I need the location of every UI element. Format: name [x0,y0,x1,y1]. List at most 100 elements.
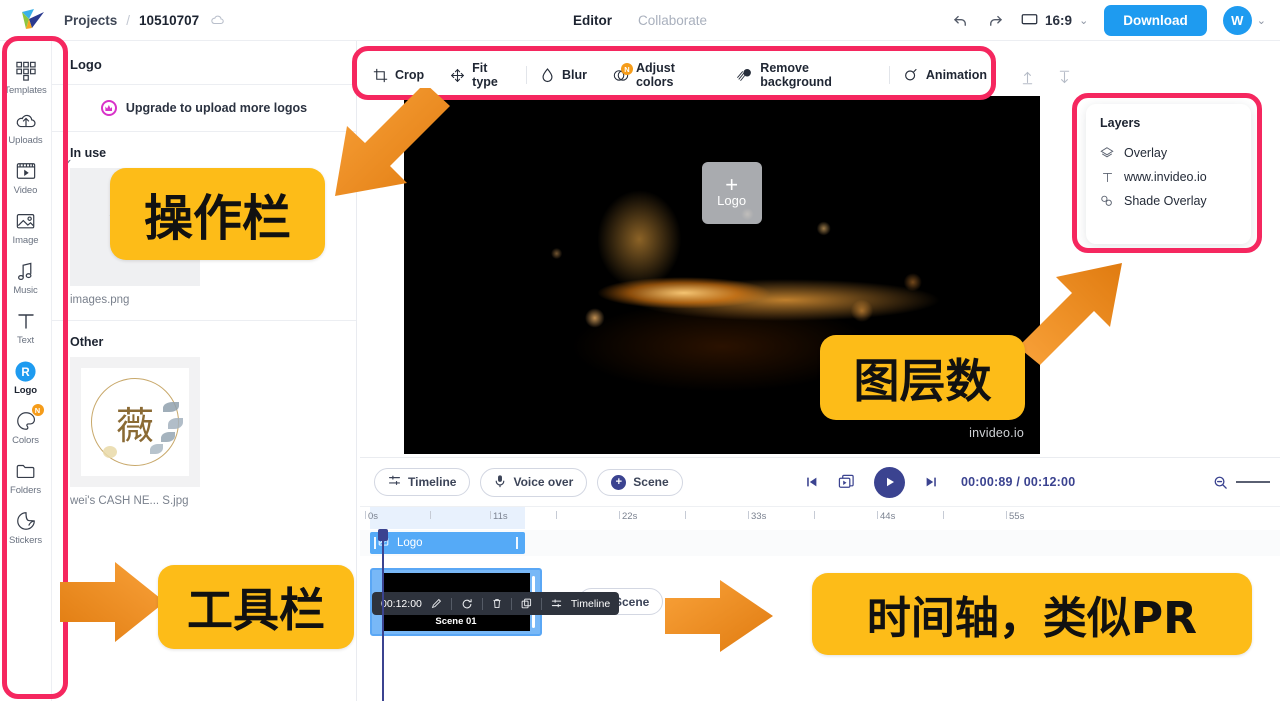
ruler-tick-line [814,511,815,519]
wreath-logo-thumb[interactable]: 薇 [70,357,200,487]
sidebar-item-colors[interactable]: N Colors [0,403,52,451]
account-menu[interactable]: W ⌄ [1222,5,1266,35]
animation-button[interactable]: Animation [890,67,1000,83]
arrow-to-timeline [665,580,773,652]
selected-check-icon: ✓ [62,156,73,171]
wreath-graphic: 薇 [81,368,189,476]
track-row-overlay[interactable]: Logo [360,530,1280,556]
sidebar-item-uploads[interactable]: Uploads [0,103,52,151]
voice-over-button[interactable]: Voice over [480,467,588,497]
shade-overlay-icon [1100,194,1114,208]
logo-placeholder-label: Logo [717,193,747,208]
clip-handle-left[interactable] [374,537,376,549]
add-scene-button-top[interactable]: + Scene [597,468,683,496]
ruler-tick: 33s [751,511,767,522]
wreath-leaf [168,418,183,429]
layer-item-shade-overlay[interactable]: Shade Overlay [1100,189,1237,213]
music-note-icon [16,259,36,283]
adjust-colors-icon: N [613,63,633,83]
replace-icon[interactable] [461,598,473,610]
fit-type-icon [450,68,465,83]
timeline-zoom-control[interactable] [1213,475,1270,490]
layer-item-overlay[interactable]: Overlay [1100,141,1237,165]
copy-icon[interactable] [521,598,532,609]
timeline-button[interactable]: Timeline [374,468,471,496]
toolbar-label: Adjust colors [635,61,675,89]
logo-r-badge-icon: R [14,359,37,383]
aspect-ratio-selector[interactable]: 16:9 ⌄ [1021,12,1088,29]
breadcrumb-project-id[interactable]: 10510707 [139,13,199,28]
timeline-sliders-icon[interactable] [551,598,562,609]
time-readout: 00:00:89 / 00:12:00 [961,475,1075,489]
sidebar-item-music[interactable]: Music [0,253,52,301]
timeline-sliders-icon [388,474,401,490]
tab-editor[interactable]: Editor [573,13,612,28]
colors-palette-icon: N [15,404,44,433]
new-badge: N [620,63,633,75]
avatar: W [1222,5,1252,35]
sidebar-item-image[interactable]: Image [0,203,52,251]
sidebar-item-templates[interactable]: Templates [0,53,52,101]
sidebar-item-label: Folders [10,485,41,496]
download-button[interactable]: Download [1104,4,1207,36]
logo-item-other[interactable]: 薇 wei's CASH NE... S.jpg [70,357,200,507]
voice-over-label: Voice over [513,475,574,489]
sidebar-item-text[interactable]: Text [0,303,52,351]
ruler-tick-line [748,511,749,519]
chevron-down-icon: ⌄ [1256,14,1266,27]
crop-button[interactable]: Crop [360,68,437,83]
sidebar-item-logo[interactable]: R Logo [0,353,52,401]
playhead-handle[interactable] [378,529,388,541]
ruler-tick-line [619,511,620,519]
scene-caption: Scene 01 [435,616,477,627]
move-down-icon[interactable] [1057,70,1072,90]
clip-logo[interactable]: Logo [370,532,525,554]
move-up-icon[interactable] [1020,70,1035,90]
tab-collaborate[interactable]: Collaborate [638,13,707,28]
remove-background-button[interactable]: Remove background [723,61,889,89]
sidebar-item-label: Image [12,235,39,246]
skip-previous-icon[interactable] [805,475,819,489]
invideo-play-logo[interactable] [18,6,46,34]
upgrade-label: Upgrade to upload more logos [125,101,308,115]
sidebar-item-label: Stickers [9,535,42,546]
undo-arrow-icon[interactable] [951,11,970,30]
blur-drop-icon [540,67,555,83]
play-button[interactable] [874,466,905,498]
zoom-out-icon[interactable] [1213,475,1228,490]
adjust-colors-button[interactable]: N Adjust colors [600,61,723,89]
trash-icon[interactable] [492,598,502,609]
playhead[interactable] [378,529,388,701]
logo-placeholder[interactable]: + Logo [701,162,762,224]
zoom-slider-track[interactable] [1236,481,1270,483]
blur-button[interactable]: Blur [527,67,600,83]
current-time: 00:00:89 [961,475,1013,489]
pencil-icon[interactable] [431,598,442,609]
duplicate-frame-icon[interactable] [838,474,855,491]
fit-type-button[interactable]: Fit type [437,61,526,89]
new-badge: N [31,404,44,416]
ruler-tick: 0s [368,511,379,522]
cloud-saved-icon [210,13,225,28]
clip-handle-right[interactable] [516,537,518,549]
add-scene-label: Scene [614,594,650,609]
logo-filename: wei's CASH NE... S.jpg [70,495,189,507]
ruler-tick-line [556,511,557,519]
layer-item-text[interactable]: www.invideo.io [1100,165,1237,189]
sidebar-item-folders[interactable]: Folders [0,453,52,501]
transport-controls: 00:00:89 / 00:12:00 [805,466,1075,498]
skip-next-icon[interactable] [924,475,938,489]
breadcrumb: Projects / 10510707 [64,13,225,28]
top-bar: Projects / 10510707 Editor Collaborate 1… [0,0,1280,41]
timeline-button-label: Timeline [408,475,457,489]
ruler-tick-line [490,511,491,519]
ruler-tick: 55s [1009,511,1025,522]
timeline-ruler[interactable]: 0s 11s 22s 33s 44s 55s [360,506,1280,529]
divider [481,597,483,610]
sidebar-item-stickers[interactable]: Stickers [0,503,52,551]
sidebar-item-label: Templates [4,85,47,96]
breadcrumb-projects[interactable]: Projects [64,13,117,28]
redo-arrow-icon[interactable] [986,11,1005,30]
sidebar-item-video[interactable]: Video [0,153,52,201]
clip-label: Logo [397,537,423,549]
